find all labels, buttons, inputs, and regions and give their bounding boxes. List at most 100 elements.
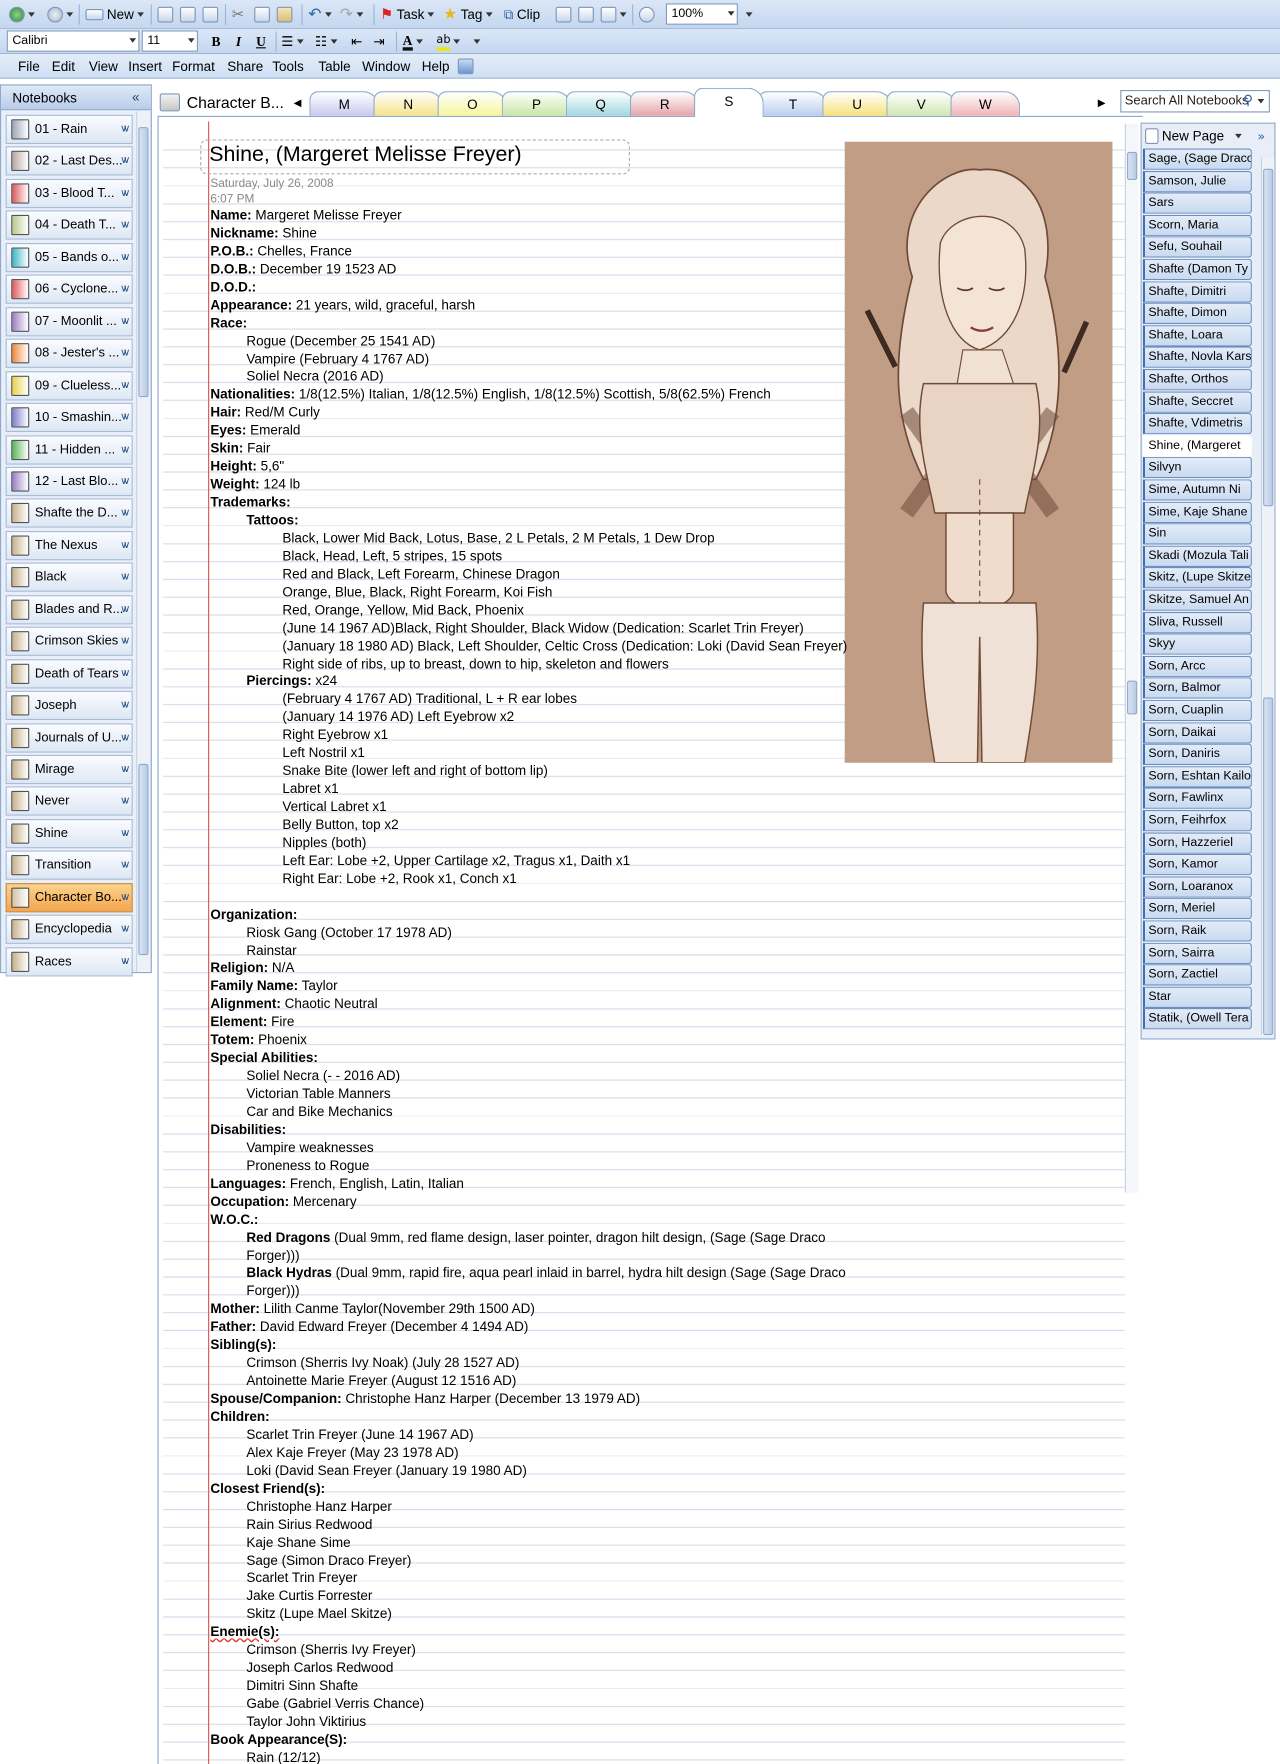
outline-line[interactable]: Christophe Hanz Harper (246, 1498, 392, 1515)
outline-line[interactable]: Tattoos: (246, 512, 298, 529)
outline-line[interactable]: Sage (Simon Draco Freyer) (246, 1552, 411, 1569)
menu-file[interactable]: File (18, 59, 40, 75)
outline-line[interactable]: Alex Kaje Freyer (May 23 1978 AD) (246, 1444, 458, 1461)
notebook-item[interactable]: 01 - Rain ∨∨ (5, 114, 133, 144)
page-tab[interactable]: Sime, Autumn Ni (1142, 479, 1252, 501)
expand-chevron-icon[interactable]: ∨∨ (120, 955, 131, 967)
outline-line[interactable]: Rogue (December 25 1541 AD) (246, 333, 435, 350)
outline-line[interactable]: (January 18 1980 AD) Black, Left Shoulde… (282, 637, 847, 654)
underline-button[interactable]: U (251, 32, 271, 52)
outline-line[interactable]: Car and Bike Mechanics (246, 1104, 392, 1121)
section-tab[interactable]: N (373, 91, 444, 116)
page-tab[interactable]: Sime, Kaje Shane (1142, 501, 1252, 523)
page-scroll-thumb[interactable] (1127, 151, 1138, 180)
outline-line[interactable]: Red, Orange, Yellow, Mid Back, Phoenix (282, 602, 524, 619)
page-tab[interactable]: Sorn, Balmor (1142, 677, 1252, 700)
page-tab[interactable]: Sorn, Kamor (1142, 854, 1252, 876)
expand-chevron-icon[interactable]: ∨∨ (120, 251, 131, 263)
outline-line[interactable]: Dimitri Sinn Shafte (246, 1677, 358, 1694)
new-button[interactable]: New (85, 6, 144, 24)
tag-button[interactable]: ★ Tag (443, 6, 493, 24)
outline-line[interactable]: Enemie(s): (210, 1624, 279, 1641)
outline-line[interactable]: Joseph Carlos Redwood (246, 1660, 393, 1677)
task-button[interactable]: ⚑ Task (380, 6, 435, 24)
outline-line[interactable]: Father: David Edward Freyer (December 4 … (210, 1319, 528, 1336)
menu-format[interactable]: Format (172, 59, 215, 75)
expand-chevron-icon[interactable]: ∨∨ (120, 155, 131, 167)
notebook-item[interactable]: 11 - Hidden ... ∨∨ (5, 434, 133, 465)
help-icon[interactable] (638, 6, 655, 24)
menu-view[interactable]: View (89, 59, 118, 75)
outline-line[interactable]: (June 14 1967 AD)Black, Right Shoulder, … (282, 619, 803, 636)
expand-chevron-icon[interactable]: ∨∨ (120, 379, 131, 391)
outline-line[interactable]: Occupation: Mercenary (210, 1193, 356, 1210)
expand-pages-icon[interactable]: » (1258, 127, 1266, 145)
page-tab[interactable]: Sorn, Fawlinx (1142, 787, 1252, 810)
section-tab[interactable]: O (437, 91, 508, 116)
outline-line[interactable]: Totem: Phoenix (210, 1032, 307, 1049)
expand-chevron-icon[interactable]: ∨∨ (120, 731, 131, 743)
outline-line[interactable]: Element: Fire (210, 1014, 294, 1031)
italic-button[interactable]: I (228, 32, 248, 52)
outline-line[interactable]: Sibling(s): (210, 1337, 276, 1354)
notebook-item[interactable]: 02 - Last Des... ∨∨ (5, 146, 133, 176)
expand-chevron-icon[interactable]: ∨∨ (120, 411, 131, 423)
notebook-item[interactable]: The Nexus ∨∨ (5, 530, 133, 561)
notebook-item[interactable]: Character Bo... ∨∨ (5, 882, 133, 913)
notebook-item[interactable]: Death of Tears ∨∨ (5, 658, 133, 689)
outline-line[interactable]: Crimson (Sherris Ivy Freyer) (246, 1642, 415, 1659)
table-icon[interactable] (555, 6, 572, 24)
page-tab[interactable]: Shafte, Seccret (1142, 391, 1252, 413)
page-tab[interactable]: Sorn, Meriel (1142, 898, 1252, 920)
font-size-select[interactable]: 11 (141, 30, 198, 52)
expand-chevron-icon[interactable]: ∨∨ (120, 923, 131, 935)
menu-share[interactable]: Share (227, 59, 263, 75)
expand-chevron-icon[interactable]: ∨∨ (120, 283, 131, 295)
outline-line[interactable]: Victorian Table Manners (246, 1086, 390, 1103)
page-tab[interactable]: Sorn, Daikai (1142, 721, 1252, 744)
outline-line[interactable]: Race: (210, 315, 247, 332)
decrease-indent-icon[interactable]: ⇤ (351, 33, 362, 51)
notebook-item[interactable]: Shafte the D... ∨∨ (5, 498, 133, 529)
menu-help[interactable]: Help (422, 59, 450, 75)
outline-line[interactable]: Alignment: Chaotic Neutral (210, 996, 377, 1013)
expand-chevron-icon[interactable]: ∨∨ (120, 859, 131, 871)
expand-chevron-icon[interactable]: ∨∨ (120, 507, 131, 519)
notebook-item[interactable]: Shine ∨∨ (5, 818, 133, 849)
outline-line[interactable]: Soliel Necra (2016 AD) (246, 368, 383, 385)
font-select[interactable]: Calibri (6, 30, 140, 52)
expand-chevron-icon[interactable]: ∨∨ (120, 315, 131, 327)
page-tab[interactable]: Sorn, Zactiel (1142, 964, 1252, 986)
expand-chevron-icon[interactable]: ∨∨ (120, 667, 131, 679)
undo-button[interactable]: ↶ (308, 6, 332, 24)
page-tab[interactable]: Shine, (Margeret (1142, 435, 1252, 457)
outline-line[interactable]: Children: (210, 1408, 269, 1425)
notebook-item[interactable]: Races ∨∨ (5, 946, 133, 977)
font-color-button[interactable]: A (402, 33, 423, 51)
outline-line[interactable]: Nipples (both) (282, 835, 366, 852)
numbering-button[interactable]: ☷ (315, 33, 338, 51)
outline-line[interactable]: Name: Margeret Melisse Freyer (210, 207, 401, 224)
page-tab[interactable]: Shafte, Dimon (1142, 302, 1252, 325)
page-tab[interactable]: Shafte, Orthos (1142, 369, 1252, 391)
section-tab[interactable]: Q (565, 91, 636, 116)
outline-line[interactable]: Antoinette Marie Freyer (August 12 1516 … (246, 1373, 516, 1390)
outline-line[interactable]: P.O.B.: Chelles, France (210, 243, 352, 260)
outline-line[interactable]: Skin: Fair (210, 440, 270, 457)
paste-icon[interactable] (276, 6, 293, 24)
notebook-item[interactable]: Blades and R... ∨∨ (5, 594, 133, 625)
expand-chevron-icon[interactable]: ∨∨ (120, 795, 131, 807)
outline-line[interactable]: Right Ear: Lobe +2, Rook x1, Conch x1 (282, 870, 516, 887)
notebook-item[interactable]: 03 - Blood T... ∨∨ (5, 178, 133, 209)
page-tab[interactable]: Samson, Julie (1142, 170, 1252, 192)
pages-scroll-thumb-lower[interactable] (1263, 697, 1274, 1035)
outline-line[interactable]: Hair: Red/M Curly (210, 404, 320, 421)
page-scrollbar[interactable] (1124, 123, 1139, 1193)
outline-line[interactable]: Rain Sirius Redwood (246, 1516, 372, 1533)
notebook-item[interactable]: 09 - Clueless... ∨∨ (5, 370, 133, 401)
outline-line[interactable]: Labret x1 (282, 781, 338, 798)
outline-line[interactable]: Mother: Lilith Canme Taylor(November 29t… (210, 1301, 535, 1318)
outline-line[interactable]: Eyes: Emerald (210, 422, 300, 439)
nav-scrollbar[interactable] (136, 111, 150, 972)
notebook-item[interactable]: Mirage ∨∨ (5, 754, 133, 785)
